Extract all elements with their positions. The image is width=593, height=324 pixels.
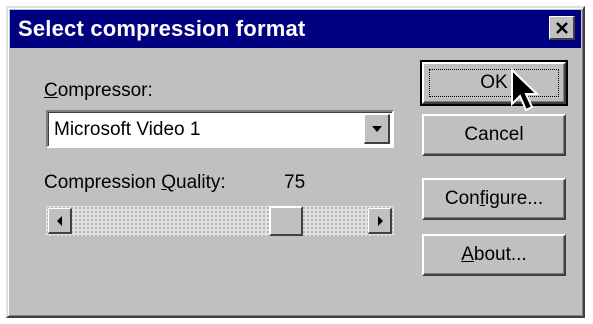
compressor-label-mnemonic: C: [44, 80, 58, 101]
configure-label-text-1: Con: [444, 188, 480, 209]
about-label-text: bout...: [473, 244, 527, 265]
about-label-mnemonic: A: [461, 244, 474, 265]
compressor-select-value: Microsoft Video 1: [54, 119, 201, 140]
about-button[interactable]: About...: [422, 234, 566, 276]
title-bar[interactable]: Select compression format: [10, 10, 581, 48]
slider-left-button[interactable]: [48, 208, 72, 234]
close-icon: [555, 21, 568, 34]
cancel-button[interactable]: Cancel: [422, 114, 566, 156]
compressor-label-text: ompressor:: [57, 80, 153, 101]
cancel-button-label: Cancel: [464, 124, 524, 145]
slider-thumb[interactable]: [269, 206, 303, 236]
close-button[interactable]: [549, 16, 575, 40]
compressor-dropdown-button[interactable]: [364, 114, 390, 144]
quality-label-mnemonic: Q: [161, 172, 176, 193]
quality-label: Compression Quality:: [44, 172, 226, 194]
compression-dialog: Select compression format Compressor: Mi…: [6, 6, 585, 318]
quality-slider[interactable]: [46, 206, 394, 236]
mouse-pointer-icon: [511, 68, 540, 112]
window-title: Select compression format: [18, 16, 306, 41]
compressor-label: Compressor:: [44, 80, 153, 102]
compressor-select[interactable]: Microsoft Video 1: [46, 110, 394, 148]
about-button-label: About...: [461, 244, 527, 266]
arrow-right-icon: [377, 215, 383, 226]
arrow-left-icon: [56, 215, 62, 226]
quality-value: 75: [284, 172, 306, 193]
configure-button[interactable]: Configure...: [422, 178, 566, 220]
configure-label-text-2: igure...: [485, 188, 544, 209]
quality-label-text-2: uality:: [176, 172, 226, 193]
configure-button-label: Configure...: [445, 188, 543, 210]
slider-right-button[interactable]: [368, 208, 392, 234]
quality-label-text-1: Compression: [44, 172, 162, 193]
ok-button[interactable]: OK: [420, 60, 568, 106]
chevron-down-icon: [371, 125, 382, 132]
